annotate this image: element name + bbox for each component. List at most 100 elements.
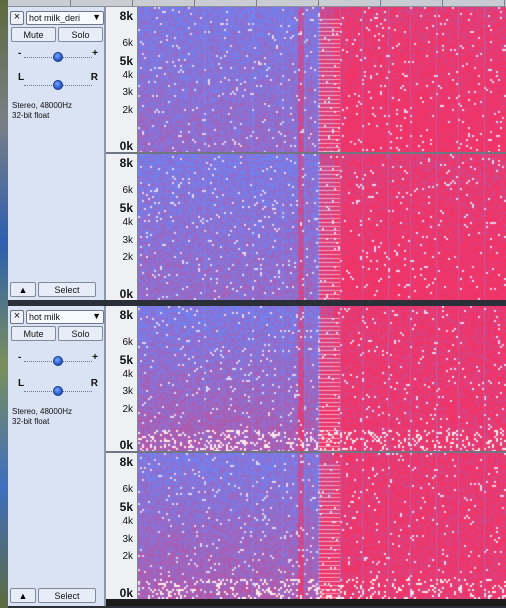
ruler-tick (70, 0, 71, 6)
select-track-button[interactable]: Select (38, 588, 96, 603)
frequency-tick-label: 6k (122, 337, 133, 348)
frequency-tick-label: 5k (119, 201, 133, 215)
frequency-tick-label: 4k (122, 70, 133, 81)
frequency-tick-label: 8k (119, 455, 133, 469)
ruler-tick (194, 0, 195, 6)
close-track-button[interactable]: × (10, 309, 24, 324)
mute-solo-row: Mute Solo (11, 27, 103, 42)
pan-slider[interactable]: L R (18, 378, 98, 397)
track-control-panel: × hot milk ▼ Mute Solo - + L R Stereo, 4… (8, 306, 106, 606)
ruler-tick (504, 0, 505, 6)
close-icon: × (13, 310, 21, 322)
spectrogram-canvas (138, 453, 506, 599)
chevron-down-icon: ▼ (92, 311, 101, 321)
track-name-menu-button[interactable]: hot milk ▼ (26, 309, 104, 324)
frequency-tick-label: 6k (122, 484, 133, 495)
track-format-rate: Stereo, 48000Hz (12, 101, 73, 110)
frequency-tick-label: 6k (122, 185, 133, 196)
ruler-tick (256, 0, 257, 6)
close-icon: × (13, 11, 21, 23)
gain-slider[interactable]: - + (18, 48, 98, 63)
mute-solo-row: Mute Solo (11, 326, 103, 341)
gain-plus-label: + (92, 48, 98, 59)
channel-left[interactable]: 8k 6k 5k 4k 3k 2k 0k (106, 7, 506, 152)
track-format-bits: 32-bit float (12, 417, 50, 426)
frequency-axis: 8k 6k 5k 4k 3k 2k 0k (106, 7, 138, 152)
mute-button[interactable]: Mute (11, 27, 56, 42)
mute-button[interactable]: Mute (11, 326, 56, 341)
spectrogram-view[interactable] (138, 453, 506, 599)
gain-slider[interactable]: - + (18, 352, 98, 367)
frequency-tick-label: 5k (119, 500, 133, 514)
gain-minus-label: - (18, 48, 22, 59)
frequency-tick-label: 2k (122, 551, 133, 562)
frequency-tick-label: 3k (122, 386, 133, 397)
channel-left[interactable]: 8k 6k 5k 4k 3k 2k 0k (106, 306, 506, 451)
pan-left-label: L (18, 378, 25, 389)
gain-slider-knob[interactable] (53, 52, 63, 62)
frequency-tick-label: 8k (119, 9, 133, 23)
collapse-icon: ▲ (18, 590, 28, 601)
audacity-window: × hot milk_deri ▼ Mute Solo - + L R Ster… (0, 0, 506, 608)
spectrogram-view[interactable] (138, 306, 506, 451)
frequency-tick-label: 4k (122, 217, 133, 228)
collapse-track-button[interactable]: ▲ (10, 282, 36, 297)
pan-right-label: R (90, 72, 98, 83)
collapse-track-button[interactable]: ▲ (10, 588, 36, 603)
spectrogram-canvas (138, 7, 506, 152)
ruler-tick (380, 0, 381, 6)
spectrogram-view[interactable] (138, 154, 506, 300)
track-format-info: Stereo, 48000Hz 32-bit float (12, 407, 72, 427)
ruler-tick (442, 0, 443, 6)
frequency-tick-label: 3k (122, 534, 133, 545)
track-title-row: × hot milk ▼ (10, 309, 104, 324)
ruler-tick (132, 0, 133, 6)
pan-slider-knob[interactable] (53, 386, 63, 396)
frequency-axis: 8k 6k 5k 4k 3k 2k 0k (106, 154, 138, 300)
chevron-down-icon: ▼ (92, 12, 101, 22)
frequency-tick-label: 8k (119, 156, 133, 170)
pan-slider[interactable]: L R (18, 72, 98, 91)
close-track-button[interactable]: × (10, 10, 24, 25)
gain-slider-knob[interactable] (53, 356, 63, 366)
spectrogram-view[interactable] (138, 7, 506, 152)
frequency-tick-label: 3k (122, 235, 133, 246)
frequency-tick-label: 2k (122, 105, 133, 116)
track-title-row: × hot milk_deri ▼ (10, 10, 104, 25)
desktop-background-strip (0, 0, 8, 608)
track-name: hot milk (29, 311, 61, 322)
frequency-tick-label: 6k (122, 38, 133, 49)
spectrogram-canvas (138, 306, 506, 451)
frequency-tick-label: 5k (119, 353, 133, 367)
frequency-tick-label: 2k (122, 252, 133, 263)
select-track-button[interactable]: Select (38, 282, 96, 297)
track-format-rate: Stereo, 48000Hz (12, 407, 73, 416)
solo-button[interactable]: Solo (58, 326, 103, 341)
channel-right[interactable]: 8k 6k 5k 4k 3k 2k 0k (106, 453, 506, 599)
channel-right[interactable]: 8k 6k 5k 4k 3k 2k 0k (106, 154, 506, 300)
gain-minus-label: - (18, 352, 22, 363)
solo-button[interactable]: Solo (58, 27, 103, 42)
audio-track-1: × hot milk_deri ▼ Mute Solo - + L R Ster… (8, 7, 506, 300)
frequency-tick-label: 2k (122, 404, 133, 415)
frequency-tick-label: 0k (119, 287, 133, 301)
ruler-tick (318, 0, 319, 6)
track-name-menu-button[interactable]: hot milk_deri ▼ (26, 10, 104, 25)
frequency-tick-label: 4k (122, 516, 133, 527)
pan-slider-knob[interactable] (53, 80, 63, 90)
timeline-ruler[interactable] (8, 0, 506, 7)
track-format-info: Stereo, 48000Hz 32-bit float (12, 101, 72, 121)
frequency-axis: 8k 6k 5k 4k 3k 2k 0k (106, 306, 138, 451)
spectrogram-canvas (138, 154, 506, 300)
pan-right-label: R (90, 378, 98, 389)
frequency-tick-label: 0k (119, 139, 133, 153)
frequency-tick-label: 5k (119, 54, 133, 68)
track-name: hot milk_deri (29, 12, 81, 23)
frequency-tick-label: 4k (122, 369, 133, 380)
frequency-axis: 8k 6k 5k 4k 3k 2k 0k (106, 453, 138, 599)
audio-track-2: × hot milk ▼ Mute Solo - + L R Stereo, 4… (8, 306, 506, 606)
frequency-tick-label: 0k (119, 586, 133, 600)
track-format-bits: 32-bit float (12, 111, 50, 120)
track-control-panel: × hot milk_deri ▼ Mute Solo - + L R Ster… (8, 7, 106, 300)
gain-plus-label: + (92, 352, 98, 363)
